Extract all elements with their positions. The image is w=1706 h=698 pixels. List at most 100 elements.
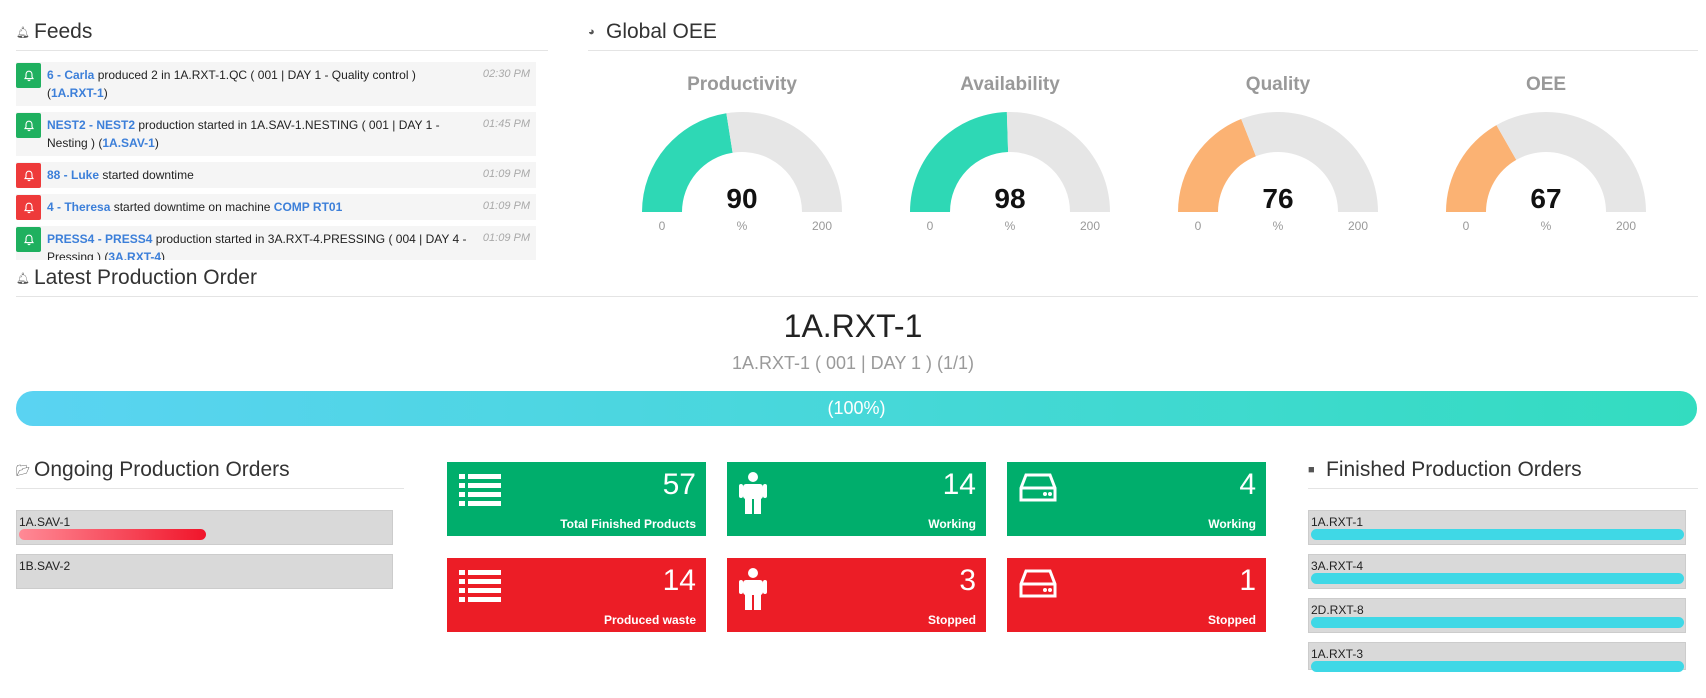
- gauge-max: 200: [1348, 219, 1368, 233]
- latest-order-code[interactable]: 1A.RXT-1: [0, 308, 1706, 345]
- stat-tile-label: Stopped: [1208, 613, 1256, 627]
- stat-tile-value: 4: [1239, 468, 1256, 501]
- gauge-track-arc: [1496, 112, 1646, 212]
- feed-text: 6 - Carla produced 2 in 1A.RXT-1.QC ( 00…: [45, 62, 472, 106]
- latest-order-title: 🔔︎ Latest Production Order: [16, 266, 1698, 297]
- gauge-value: 90: [726, 183, 757, 214]
- feeds-title-text: Feeds: [34, 20, 93, 43]
- gauge-min: 0: [1463, 219, 1470, 233]
- finished-order-row[interactable]: 3A.RXT-4: [1308, 554, 1686, 589]
- list-icon: [459, 568, 501, 609]
- finished-order-row[interactable]: 1A.RXT-1: [1308, 510, 1686, 545]
- gauge-label: Productivity: [687, 74, 797, 95]
- gauge-dial: 67% 0 200: [1446, 112, 1646, 233]
- finished-order-progress: [1311, 529, 1684, 540]
- finished-order-row[interactable]: 1A.RXT-3: [1308, 642, 1686, 672]
- stat-tile-label: Produced waste: [603, 613, 696, 627]
- person-icon: [739, 568, 767, 615]
- feed-order-link[interactable]: 3A.RXT-4: [108, 250, 161, 260]
- latest-order-progress-bar: (100%): [16, 391, 1697, 426]
- gauge-value-arc: [1178, 119, 1256, 212]
- finished-order-row[interactable]: 2D.RXT-8: [1308, 598, 1686, 633]
- stat-tile-label: Total Finished Products: [560, 517, 696, 531]
- gauge-max: 200: [1080, 219, 1100, 233]
- feed-item: 88 - Luke started downtime 01:09 PM: [16, 162, 536, 188]
- finished-orders-title: ■ Finished Production Orders: [1308, 458, 1698, 489]
- oee-title-text: Global OEE: [606, 20, 717, 43]
- gauge-label: Quality: [1245, 74, 1311, 95]
- feed-order-link[interactable]: 1A.RXT-1: [51, 86, 104, 100]
- ongoing-order-row[interactable]: 1B.SAV-2: [16, 554, 393, 589]
- feeds-list[interactable]: 6 - Carla produced 2 in 1A.RXT-1.QC ( 00…: [16, 62, 536, 260]
- gauge-unit: %: [1005, 219, 1016, 233]
- finished-order-name: 1A.RXT-3: [1311, 647, 1364, 661]
- feed-user-link[interactable]: 4 - Theresa: [47, 200, 110, 214]
- feed-text: PRESS4 - PRESS4 production started in 3A…: [45, 226, 472, 260]
- machine-icon: [1019, 472, 1057, 509]
- gauge-dial: 98% 0 200: [910, 112, 1110, 233]
- gauge-oee: OEE 67% 0 200: [1436, 74, 1656, 249]
- feed-message-tail: ): [154, 136, 159, 150]
- ongoing-orders-title-text: Ongoing Production Orders: [34, 458, 290, 481]
- feed-user-link[interactable]: NEST2 - NEST2: [47, 118, 135, 132]
- bell-icon: [16, 163, 41, 188]
- stat-tile-value: 3: [959, 564, 976, 597]
- finished-orders-title-text: Finished Production Orders: [1326, 458, 1582, 481]
- gauge-value-arc: [642, 113, 733, 212]
- gauge-availability: Availability 98% 0 200: [900, 74, 1120, 249]
- ongoing-order-name: 1B.SAV-2: [19, 559, 71, 573]
- stat-tile-value: 14: [942, 468, 976, 501]
- feed-user-link[interactable]: 6 - Carla: [47, 68, 94, 82]
- feed-message-tail: ): [161, 250, 166, 260]
- feeds-title: 🔔︎ Feeds: [16, 20, 548, 51]
- stat-tile-value: 14: [662, 564, 696, 597]
- gauge-value: 76: [1262, 183, 1293, 214]
- feed-user-link[interactable]: 88 - Luke: [47, 168, 99, 182]
- ongoing-orders-title: 📂︎ Ongoing Production Orders: [16, 458, 404, 489]
- feed-user-link[interactable]: PRESS4 - PRESS4: [47, 232, 152, 246]
- ongoing-order-row[interactable]: 1A.SAV-1: [16, 510, 393, 545]
- gauge-max: 200: [812, 219, 832, 233]
- feed-message: started downtime: [99, 168, 194, 182]
- dashboard-icon: ◕: [588, 26, 595, 38]
- feed-item: 4 - Theresa started downtime on machine …: [16, 194, 536, 220]
- stat-tile-label: Working: [928, 517, 976, 531]
- feed-order-link[interactable]: COMP RT01: [274, 200, 342, 214]
- gauge-label: Availability: [960, 74, 1060, 95]
- gauge-min: 0: [1195, 219, 1202, 233]
- stat-tile-label: Stopped: [928, 613, 976, 627]
- finished-order-progress: [1311, 661, 1684, 672]
- stat-tile-value: 1: [1239, 564, 1256, 597]
- stat-tile[interactable]: 1 Stopped: [1007, 558, 1266, 632]
- stat-tile[interactable]: 4 Working: [1007, 462, 1266, 536]
- gauge-value: 67: [1530, 183, 1561, 214]
- feed-message-tail: ): [103, 86, 108, 100]
- gauge-value-arc: [910, 112, 1009, 212]
- feed-text: 88 - Luke started downtime: [45, 162, 472, 188]
- gauge-dial: 76% 0 200: [1178, 112, 1378, 233]
- stat-tile-value: 57: [662, 468, 696, 501]
- stat-tile[interactable]: 14 Working: [727, 462, 986, 536]
- feed-time: 01:09 PM: [482, 168, 530, 180]
- gauge-unit: %: [737, 219, 748, 233]
- feed-time: 01:45 PM: [482, 118, 530, 130]
- gauge-value: 98: [994, 183, 1025, 214]
- latest-order-subtitle: 1A.RXT-1 ( 001 | DAY 1 ) (1/1): [731, 353, 975, 373]
- feed-item: NEST2 - NEST2 production started in 1A.S…: [16, 112, 536, 156]
- list-icon: [459, 472, 501, 513]
- stat-tile[interactable]: 57 Total Finished Products: [447, 462, 706, 536]
- bell-icon: [16, 195, 41, 220]
- feed-order-link[interactable]: 1A.SAV-1: [102, 136, 154, 150]
- stat-tile[interactable]: 14 Produced waste: [447, 558, 706, 632]
- feed-message: started downtime on machine: [110, 200, 274, 214]
- stat-tile[interactable]: 3 Stopped: [727, 558, 986, 632]
- gauge-label: OEE: [1525, 74, 1567, 95]
- gauge-unit: %: [1273, 219, 1284, 233]
- oee-title: ◕ Global OEE: [588, 20, 1698, 51]
- gauge-min: 0: [659, 219, 666, 233]
- finished-order-name: 3A.RXT-4: [1311, 559, 1364, 573]
- feed-time: 01:09 PM: [482, 200, 530, 212]
- feed-item: PRESS4 - PRESS4 production started in 3A…: [16, 226, 536, 260]
- ongoing-order-progress: [19, 529, 206, 540]
- finished-order-name: 1A.RXT-1: [1311, 515, 1364, 529]
